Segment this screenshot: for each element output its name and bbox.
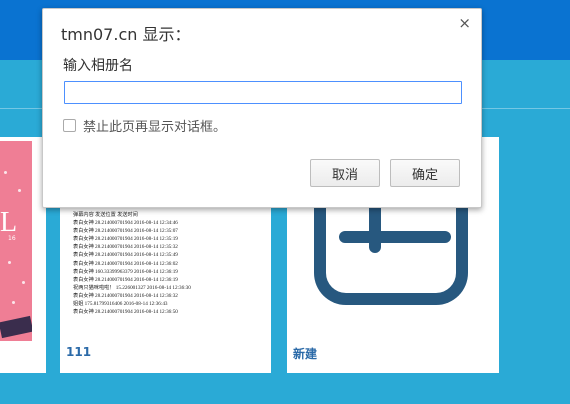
album-cover-image: L 16	[0, 141, 32, 341]
log-line: 表白女神 28.214000701904 2016-08-14 12:35:19	[73, 236, 178, 243]
log-line: 表白女神 28.214000701904 2016-08-14 12:35:49	[73, 252, 178, 259]
log-line: 祝两只猫咪啦啦！ 15.226001327 2016-08-14 12:36:3…	[73, 284, 191, 291]
album-name-input[interactable]	[64, 81, 462, 104]
log-line: 姐姐 175.81799316406 2016-08-14 12:36:43	[73, 301, 168, 308]
cancel-button[interactable]: 取消	[310, 159, 380, 187]
close-icon[interactable]: ×	[458, 14, 471, 32]
album-card-cover[interactable]: L 16	[0, 137, 46, 373]
album-thumbnail-log: 弹幕内容 发送位置 发送时间 表白女神 28.2140007019​04 201…	[73, 211, 263, 316]
cover-number: 16	[8, 235, 16, 242]
log-line: 表白女神 28.214000701904 2016-08-14 12:36:50	[73, 309, 178, 316]
ok-button[interactable]: 确定	[390, 159, 460, 187]
log-line: 表白女神 28.214000701904 2016-08-14 12:36:32	[73, 292, 178, 299]
log-line: 表白女神 28.214000701904 2016-08-14 12:35:07	[73, 228, 178, 235]
dialog-message: 输入相册名	[63, 58, 133, 74]
log-line: 表白女神 28.214000701904 2016-08-14 12:36:19	[73, 276, 178, 283]
log-line: 表白女神 28.2140007019​04 2016-08-14 12:34:4…	[73, 220, 178, 227]
new-album-label[interactable]: 新建	[293, 345, 317, 362]
prompt-dialog: tmn07.cn 显示： × 输入相册名 禁止此页再显示对话框。 取消 确定	[42, 8, 482, 208]
pencil-graphic	[0, 315, 32, 339]
plus-icon-horizontal	[339, 231, 451, 243]
album-name[interactable]: 111	[66, 345, 91, 359]
dialog-title: tmn07.cn 显示：	[61, 25, 191, 44]
suppress-dialogs-checkbox[interactable]	[63, 119, 76, 132]
suppress-dialogs-label: 禁止此页再显示对话框。	[83, 120, 227, 135]
suppress-dialogs-option[interactable]: 禁止此页再显示对话框。	[63, 116, 226, 135]
log-line: 表白女神 28.214000701904 2016-08-14 12:36:02	[73, 260, 178, 267]
log-header: 弹幕内容 发送位置 发送时间	[73, 212, 138, 218]
log-line: 表白女神 28.214000701904 2016-08-14 12:35:32	[73, 244, 178, 251]
log-line: 表白女神 160.33399963379 2016-08-14 12:36:19	[73, 268, 178, 275]
